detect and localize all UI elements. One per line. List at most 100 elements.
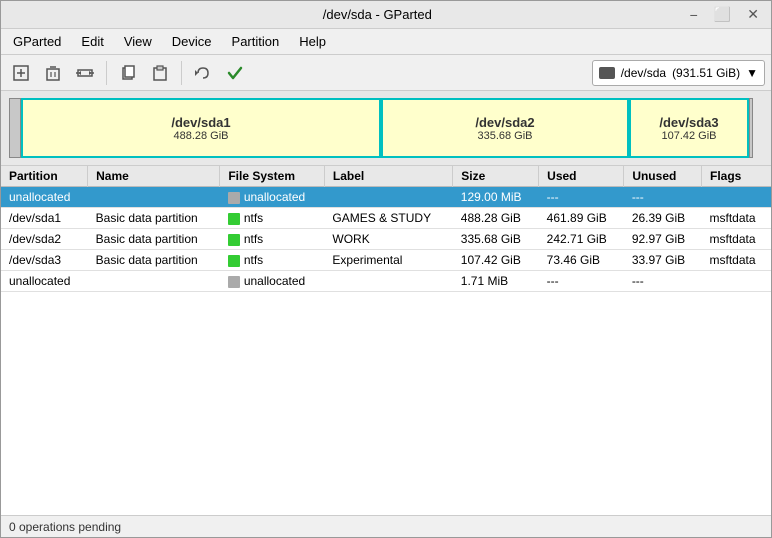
menu-edit[interactable]: Edit <box>73 32 111 51</box>
resize-partition-button[interactable] <box>71 59 99 87</box>
cell-filesystem: ntfs <box>220 208 325 229</box>
device-dropdown-icon: ▼ <box>746 66 758 80</box>
cell-used: 461.89 GiB <box>539 208 624 229</box>
cell-used: --- <box>539 271 624 292</box>
close-button[interactable]: ✕ <box>743 6 763 23</box>
table-row[interactable]: unallocatedunallocated129.00 MiB------ <box>1 187 771 208</box>
device-selector[interactable]: /dev/sda (931.51 GiB) ▼ <box>592 60 765 86</box>
fs-icon <box>228 213 240 225</box>
cell-filesystem: ntfs <box>220 229 325 250</box>
cell-name <box>88 271 220 292</box>
window-controls: − ⬜ ✕ <box>686 6 763 23</box>
cell-size: 1.71 MiB <box>453 271 539 292</box>
table-row[interactable]: /dev/sda3Basic data partitionntfsExperim… <box>1 250 771 271</box>
cell-label <box>324 187 452 208</box>
new-partition-button[interactable] <box>7 59 35 87</box>
cell-name: Basic data partition <box>88 229 220 250</box>
cell-unused: --- <box>624 187 702 208</box>
cell-label: WORK <box>324 229 452 250</box>
statusbar: 0 operations pending <box>1 515 771 537</box>
cell-label <box>324 271 452 292</box>
partitions-data-table: Partition Name File System Label Size Us… <box>1 166 771 292</box>
table-header-row: Partition Name File System Label Size Us… <box>1 166 771 187</box>
cell-filesystem: unallocated <box>220 187 325 208</box>
cell-label: Experimental <box>324 250 452 271</box>
cell-size: 488.28 GiB <box>453 208 539 229</box>
partition-table: Partition Name File System Label Size Us… <box>1 166 771 515</box>
cell-flags <box>701 187 771 208</box>
titlebar: /dev/sda - GParted − ⬜ ✕ <box>1 1 771 29</box>
toolbar-separator-1 <box>106 61 107 85</box>
maximize-button[interactable]: ⬜ <box>710 6 735 23</box>
cell-flags: msftdata <box>701 208 771 229</box>
cell-partition: unallocated <box>1 187 88 208</box>
col-label: Label <box>324 166 452 187</box>
toolbar-separator-2 <box>181 61 182 85</box>
menu-view[interactable]: View <box>116 32 160 51</box>
unalloc-left-visual <box>9 98 21 158</box>
cell-flags: msftdata <box>701 250 771 271</box>
cell-label: GAMES & STUDY <box>324 208 452 229</box>
table-row[interactable]: /dev/sda1Basic data partitionntfsGAMES &… <box>1 208 771 229</box>
pv-sda2-name: /dev/sda2 <box>475 115 534 130</box>
pv-sda3-name: /dev/sda3 <box>659 115 718 130</box>
cell-flags <box>701 271 771 292</box>
pv-sda1-name: /dev/sda1 <box>171 115 230 130</box>
cell-size: 107.42 GiB <box>453 250 539 271</box>
cell-used: 242.71 GiB <box>539 229 624 250</box>
col-partition: Partition <box>1 166 88 187</box>
col-filesystem: File System <box>220 166 325 187</box>
cell-name <box>88 187 220 208</box>
cell-name: Basic data partition <box>88 208 220 229</box>
unalloc-right-visual <box>749 98 753 158</box>
fs-icon <box>228 192 240 204</box>
minimize-button[interactable]: − <box>686 6 702 23</box>
status-text: 0 operations pending <box>9 520 121 534</box>
menu-gparted[interactable]: GParted <box>5 32 69 51</box>
copy-partition-button[interactable] <box>114 59 142 87</box>
paste-partition-button[interactable] <box>146 59 174 87</box>
pv-sda2-size: 335.68 GiB <box>477 130 532 142</box>
cell-unused: 33.97 GiB <box>624 250 702 271</box>
cell-partition: /dev/sda3 <box>1 250 88 271</box>
cell-unused: 26.39 GiB <box>624 208 702 229</box>
cell-partition: /dev/sda1 <box>1 208 88 229</box>
table-row[interactable]: /dev/sda2Basic data partitionntfsWORK335… <box>1 229 771 250</box>
fs-icon <box>228 255 240 267</box>
cell-filesystem: ntfs <box>220 250 325 271</box>
col-name: Name <box>88 166 220 187</box>
menu-partition[interactable]: Partition <box>224 32 288 51</box>
pv-sda1-size: 488.28 GiB <box>173 130 228 142</box>
undo-button[interactable] <box>189 59 217 87</box>
cell-used: 73.46 GiB <box>539 250 624 271</box>
table-body: unallocatedunallocated129.00 MiB------/d… <box>1 187 771 292</box>
cell-partition: /dev/sda2 <box>1 229 88 250</box>
menubar: GParted Edit View Device Partition Help <box>1 29 771 55</box>
fs-icon <box>228 234 240 246</box>
partition-visual-sda1[interactable]: /dev/sda1 488.28 GiB <box>21 98 381 158</box>
col-used: Used <box>539 166 624 187</box>
cell-unused: --- <box>624 271 702 292</box>
partition-visual: /dev/sda1 488.28 GiB /dev/sda2 335.68 Gi… <box>1 91 771 166</box>
table-row[interactable]: unallocatedunallocated1.71 MiB------ <box>1 271 771 292</box>
device-name: /dev/sda <box>621 66 666 80</box>
toolbar: /dev/sda (931.51 GiB) ▼ <box>1 55 771 91</box>
cell-unused: 92.97 GiB <box>624 229 702 250</box>
pv-sda3-size: 107.42 GiB <box>661 130 716 142</box>
partition-visual-sda2[interactable]: /dev/sda2 335.68 GiB <box>381 98 629 158</box>
device-size: (931.51 GiB) <box>672 66 740 80</box>
col-unused: Unused <box>624 166 702 187</box>
menu-device[interactable]: Device <box>164 32 220 51</box>
cell-size: 335.68 GiB <box>453 229 539 250</box>
cell-partition: unallocated <box>1 271 88 292</box>
menu-help[interactable]: Help <box>291 32 334 51</box>
cell-name: Basic data partition <box>88 250 220 271</box>
cell-filesystem: unallocated <box>220 271 325 292</box>
partition-visual-sda3[interactable]: /dev/sda3 107.42 GiB <box>629 98 749 158</box>
window-title: /dev/sda - GParted <box>69 7 686 22</box>
cell-flags: msftdata <box>701 229 771 250</box>
fs-icon <box>228 276 240 288</box>
delete-partition-button[interactable] <box>39 59 67 87</box>
cell-size: 129.00 MiB <box>453 187 539 208</box>
apply-button[interactable] <box>221 59 249 87</box>
